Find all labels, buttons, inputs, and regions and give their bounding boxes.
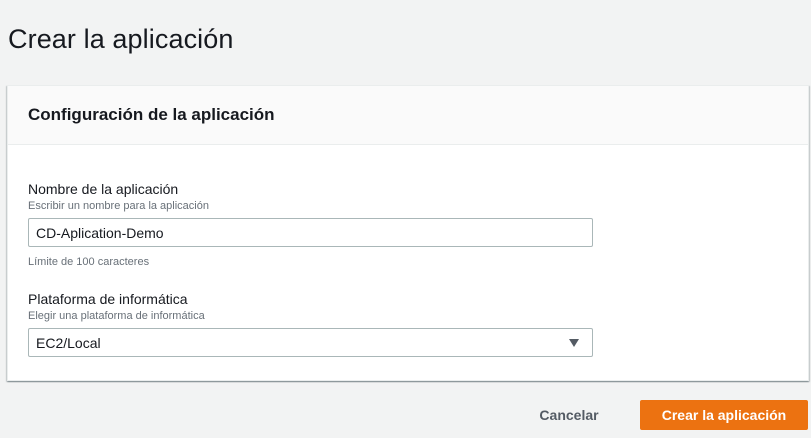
app-name-description: Escribir un nombre para la aplicación (28, 200, 209, 212)
app-name-constraint: Límite de 100 caracteres (28, 256, 150, 268)
app-name-input[interactable] (28, 218, 593, 247)
panel-body: Nombre de la aplicación Escribir un nomb… (8, 145, 808, 357)
app-name-label: Nombre de la aplicación (28, 181, 179, 197)
create-application-button[interactable]: Crear la aplicación (640, 400, 808, 430)
app-name-field: Nombre de la aplicación Escribir un nomb… (28, 181, 788, 269)
caret-down-icon (569, 339, 579, 347)
platform-field: Plataforma de informática Elegir una pla… (28, 291, 788, 357)
platform-selected-value: EC2/Local (36, 334, 101, 351)
panel-header: Configuración de la aplicación (8, 86, 808, 145)
panel-title: Configuración de la aplicación (28, 105, 275, 124)
platform-description: Elegir una plataforma de informática (28, 310, 205, 322)
platform-select[interactable]: EC2/Local (28, 328, 593, 357)
platform-label: Plataforma de informática (28, 291, 188, 307)
app-config-panel: Configuración de la aplicación Nombre de… (7, 85, 809, 381)
form-actions: Cancelar Crear la aplicación (0, 400, 811, 430)
page-title: Crear la aplicación (8, 24, 234, 54)
cancel-button[interactable]: Cancelar (526, 400, 612, 430)
